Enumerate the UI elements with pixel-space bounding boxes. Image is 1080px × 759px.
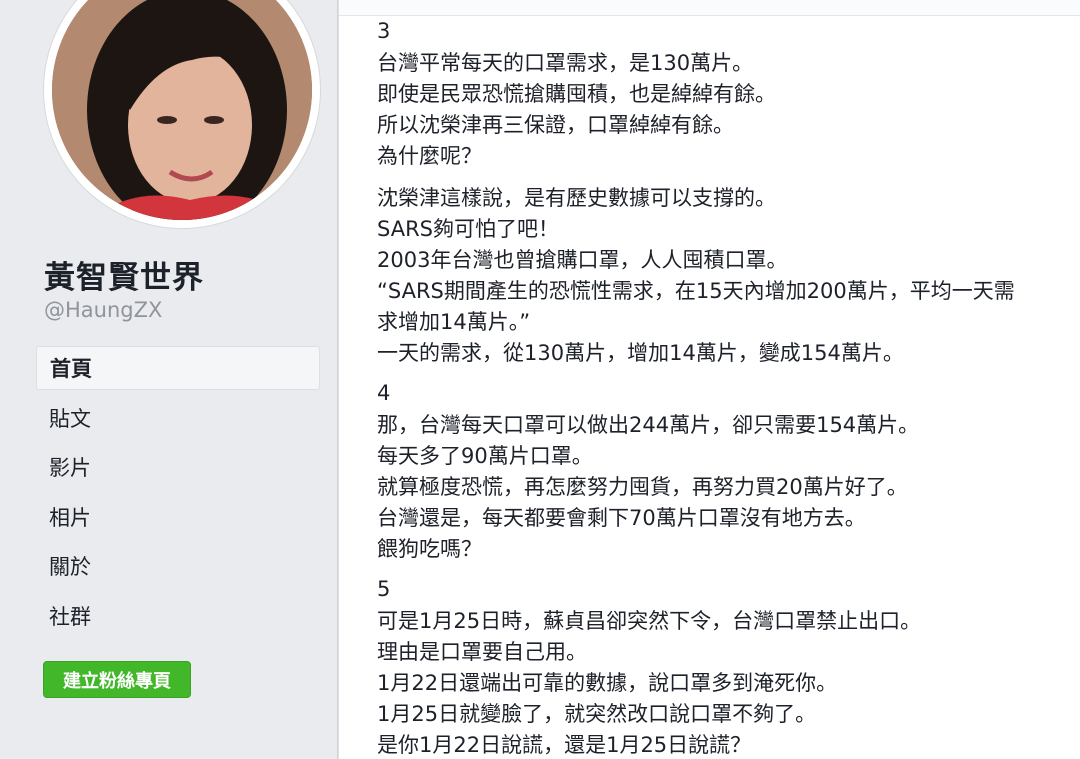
post-section-3: 3 台灣平常每天的口罩需求，是130萬片。 即使是民眾恐慌搶購囤積，也是綽綽有餘… (377, 18, 1077, 172)
post-line: 是你1月22日說謊，還是1月25日說謊？ (377, 733, 752, 757)
post-section-5: 5 可是1月25日時，蘇貞昌卻突然下令，台灣口罩禁止出口。 理由是口罩要自己用。… (377, 576, 1077, 759)
post-line: 那，台灣每天口罩可以做出244萬片，卻只需要154萬片。 (377, 413, 920, 437)
post-line: 台灣平常每天的口罩需求，是130萬片。 (377, 51, 754, 75)
post-section-4: 4 那，台灣每天口罩可以做出244萬片，卻只需要154萬片。 每天多了90萬片口… (377, 380, 1077, 565)
nav-item-label: 社群 (49, 604, 91, 629)
post-text: 3 台灣平常每天的口罩需求，是130萬片。 即使是民眾恐慌搶購囤積，也是綽綽有餘… (377, 18, 1077, 759)
post-line: 2003年台灣也曾搶購口罩，人人囤積口罩。 (377, 248, 788, 272)
post-top-edge (339, 0, 1080, 16)
create-page-button[interactable]: 建立粉絲專頁 (43, 661, 191, 698)
section-number: 4 (377, 381, 391, 405)
post-line: 一天的需求，從130萬片，增加14萬片，變成154萬片。 (377, 341, 904, 365)
nav-item-label: 關於 (49, 555, 91, 579)
post-line: 即使是民眾恐慌搶購囤積，也是綽綽有餘。 (377, 82, 776, 106)
post-line: 每天多了90萬片口罩。 (377, 444, 593, 468)
nav-item-label: 影片 (49, 456, 91, 480)
post-line: 可是1月25日時，蘇貞昌卻突然下令，台灣口罩禁止出口。 (377, 609, 922, 633)
post-line: “SARS期間產生的恐慌性需求，在15天內增加200萬片，平均一天需 (377, 279, 1015, 303)
post-line: SARS夠可怕了吧！ (377, 217, 560, 241)
section-number: 3 (377, 19, 391, 43)
nav-item-about[interactable]: 關於 (36, 544, 320, 588)
nav-item-community[interactable]: 社群 (36, 594, 320, 638)
page-nav: 首頁 貼文 影片 相片 關於 社群 (36, 346, 320, 643)
nav-item-label: 首頁 (50, 357, 92, 381)
section-number: 5 (377, 577, 391, 601)
nav-item-posts[interactable]: 貼文 (36, 396, 320, 440)
post-line: 餵狗吃嗎？ (377, 537, 482, 561)
nav-item-videos[interactable]: 影片 (36, 445, 320, 489)
nav-item-label: 貼文 (49, 406, 91, 431)
post-line: 1月25日就變臉了，就突然改口說口罩不夠了。 (377, 702, 817, 726)
post-line: 1月22日還端出可靠的數據，說口罩多到淹死你。 (377, 671, 838, 695)
post-line: 就算極度恐慌，再怎麼努力囤貨，再努力買20萬片好了。 (377, 475, 908, 499)
nav-item-label: 相片 (49, 505, 91, 530)
nav-item-home[interactable]: 首頁 (36, 346, 320, 390)
post-line: 台灣還是，每天都要會剩下70萬片口罩沒有地方去。 (377, 506, 866, 530)
post-card: 3 台灣平常每天的口罩需求，是130萬片。 即使是民眾恐慌搶購囤積，也是綽綽有餘… (338, 0, 1080, 759)
page-title[interactable]: 黃智賢世界 (44, 252, 204, 297)
post-line: 所以沈榮津再三保證，口罩綽綽有餘。 (377, 113, 734, 137)
page-sidebar: 黃智賢世界 @HaungZX 首頁 貼文 影片 相片 關於 社群 建立粉絲專頁 (0, 0, 338, 759)
post-line: 沈榮津這樣說，是有歷史數據可以支撐的。 (377, 186, 776, 210)
post-section-sars: 沈榮津這樣說，是有歷史數據可以支撐的。 SARS夠可怕了吧！ 2003年台灣也曾… (377, 183, 1077, 369)
nav-item-photos[interactable]: 相片 (36, 495, 320, 539)
post-line: 求增加14萬片。” (377, 310, 531, 334)
facebook-page: 黃智賢世界 @HaungZX 首頁 貼文 影片 相片 關於 社群 建立粉絲專頁 … (0, 0, 1080, 759)
page-handle[interactable]: @HaungZX (44, 298, 162, 322)
post-line: 為什麼呢？ (377, 144, 482, 168)
post-line: 理由是口罩要自己用。 (377, 640, 587, 664)
